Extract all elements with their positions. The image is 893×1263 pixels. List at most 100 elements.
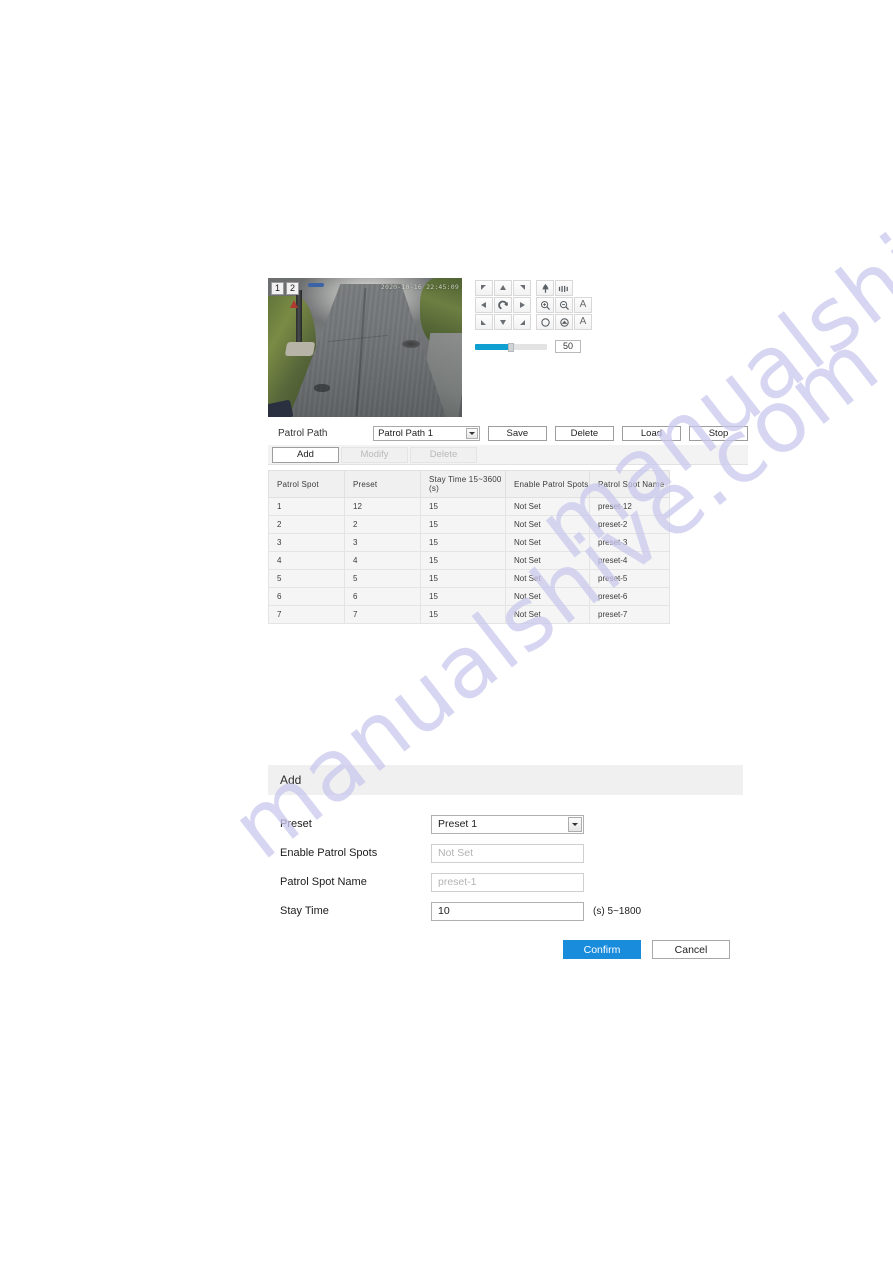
table-header-row: Patrol Spot Preset Stay Time 15~3600 (s)… <box>268 470 670 498</box>
form-row-stay-time: Stay Time 10 (s) 5~1800 <box>268 900 743 922</box>
iris-close-icon[interactable] <box>555 314 573 330</box>
header-spot-name: Patrol Spot Name <box>589 470 670 498</box>
enable-spots-field[interactable]: Not Set <box>431 843 584 863</box>
cell-patrol-spot: 7 <box>268 605 345 624</box>
cell-stay-time: 15 <box>420 605 506 624</box>
patrol-spot-table: Patrol Spot Preset Stay Time 15~3600 (s)… <box>268 470 670 624</box>
modify-spot-button[interactable]: Modify <box>341 446 408 463</box>
add-spot-button[interactable]: Add <box>272 446 339 463</box>
stop-button[interactable]: Stop <box>688 425 749 441</box>
form-row-enable-spots: Enable Patrol Spots Not Set <box>268 842 743 864</box>
form-row-preset: Preset Preset 1 <box>268 813 743 835</box>
patrol-path-selected-value: Patrol Path 1 <box>378 427 433 439</box>
chevron-down-icon[interactable] <box>568 816 582 832</box>
pan-right-button[interactable] <box>513 297 531 313</box>
preset-selected-value: Preset 1 <box>438 818 478 830</box>
cell-patrol-spot: 2 <box>268 515 345 534</box>
confirm-button[interactable]: Confirm <box>563 940 641 959</box>
cell-stay-time: 15 <box>420 497 506 516</box>
ptz-speed-value[interactable]: 50 <box>555 340 581 353</box>
scene-manhole <box>402 340 420 348</box>
ptz-speed-fill <box>475 343 511 350</box>
enable-spots-placeholder: Not Set <box>438 847 474 859</box>
iris-open-icon[interactable] <box>536 314 554 330</box>
ptz-speed-slider[interactable] <box>475 342 547 352</box>
spot-name-label: Patrol Spot Name <box>280 876 367 888</box>
spot-name-field[interactable]: preset-1 <box>431 872 584 892</box>
header-stay-time: Stay Time 15~3600 (s) <box>420 470 506 498</box>
ptz-optics-panel: A A <box>536 280 592 331</box>
live-video-preview[interactable]: 1 2 2020-10-16 22:45:09 <box>268 278 462 417</box>
cell-patrol-spot: 3 <box>268 533 345 552</box>
pan-down-right-button[interactable] <box>513 314 531 330</box>
cell-preset: 7 <box>344 605 421 624</box>
cell-stay-time: 15 <box>420 515 506 534</box>
stay-time-input[interactable]: 10 <box>431 901 584 921</box>
focus-near-glyph: A <box>579 299 587 310</box>
cell-enable-spots: Not Set <box>505 605 590 624</box>
lens-initialize-icon[interactable] <box>555 280 573 296</box>
auto-scan-button[interactable] <box>494 297 512 313</box>
delete-spot-button[interactable]: Delete <box>410 446 477 463</box>
spot-name-placeholder: preset-1 <box>438 876 477 888</box>
cell-preset: 12 <box>344 497 421 516</box>
table-row[interactable]: 6 6 15 Not Set preset-6 <box>268 587 670 606</box>
preset-select[interactable]: Preset 1 <box>431 814 584 834</box>
scene-utility-pole <box>296 290 302 350</box>
pan-up-button[interactable] <box>494 280 512 296</box>
cell-patrol-spot: 1 <box>268 497 345 516</box>
cell-enable-spots: Not Set <box>505 587 590 606</box>
lens-home-icon[interactable] <box>536 280 554 296</box>
chevron-down-icon[interactable] <box>465 427 478 439</box>
table-row[interactable]: 3 3 15 Not Set preset-3 <box>268 533 670 552</box>
delete-button[interactable]: Delete <box>554 425 614 441</box>
cell-stay-time: 15 <box>420 533 506 552</box>
stay-time-label: Stay Time <box>280 905 329 917</box>
zoom-out-icon[interactable] <box>555 297 573 313</box>
dialog-action-row: Confirm Cancel <box>268 940 743 959</box>
add-patrol-spot-dialog: Add Preset Preset 1 Enable Patrol Spots … <box>268 765 743 970</box>
cell-enable-spots: Not Set <box>505 533 590 552</box>
patrol-spot-toolbar: Add Modify Delete <box>268 445 748 465</box>
cell-spot-name: preset-2 <box>589 515 670 534</box>
scene-road-patch <box>314 384 330 392</box>
table-row[interactable]: 1 12 15 Not Set preset-12 <box>268 497 670 516</box>
cancel-button[interactable]: Cancel <box>652 940 730 959</box>
ptz-speed-knob[interactable] <box>508 342 514 352</box>
focus-near-icon[interactable]: A <box>574 297 592 313</box>
cell-spot-name: preset-6 <box>589 587 670 606</box>
cell-preset: 3 <box>344 533 421 552</box>
osd-badge-group: 1 2 <box>271 282 299 295</box>
cell-preset: 5 <box>344 569 421 588</box>
form-row-spot-name: Patrol Spot Name preset-1 <box>268 871 743 893</box>
pan-up-right-button[interactable] <box>513 280 531 296</box>
focus-far-icon[interactable]: A <box>574 314 592 330</box>
pan-up-left-button[interactable] <box>475 280 493 296</box>
load-button[interactable]: Load <box>621 425 681 441</box>
scene-blue-object <box>308 283 324 287</box>
cell-enable-spots: Not Set <box>505 497 590 516</box>
header-preset: Preset <box>344 470 421 498</box>
cell-spot-name: preset-12 <box>589 497 670 516</box>
cell-enable-spots: Not Set <box>505 551 590 570</box>
dialog-title: Add <box>268 765 743 795</box>
osd-badge-2: 2 <box>286 282 299 295</box>
ptz-speed-row: 50 <box>475 340 581 353</box>
pan-down-button[interactable] <box>494 314 512 330</box>
save-button[interactable]: Save <box>487 425 547 441</box>
table-row[interactable]: 4 4 15 Not Set preset-4 <box>268 551 670 570</box>
table-row[interactable]: 2 2 15 Not Set preset-2 <box>268 515 670 534</box>
pan-left-button[interactable] <box>475 297 493 313</box>
cell-preset: 4 <box>344 551 421 570</box>
pan-down-left-button[interactable] <box>475 314 493 330</box>
table-row[interactable]: 5 5 15 Not Set preset-5 <box>268 569 670 588</box>
cell-patrol-spot: 5 <box>268 569 345 588</box>
stay-time-hint: (s) 5~1800 <box>593 905 642 917</box>
cell-preset: 2 <box>344 515 421 534</box>
cell-spot-name: preset-7 <box>589 605 670 624</box>
table-row[interactable]: 7 7 15 Not Set preset-7 <box>268 605 670 624</box>
zoom-in-icon[interactable] <box>536 297 554 313</box>
cell-enable-spots: Not Set <box>505 515 590 534</box>
dialog-body: Preset Preset 1 Enable Patrol Spots Not … <box>268 795 743 970</box>
patrol-path-select[interactable]: Patrol Path 1 <box>373 425 480 441</box>
